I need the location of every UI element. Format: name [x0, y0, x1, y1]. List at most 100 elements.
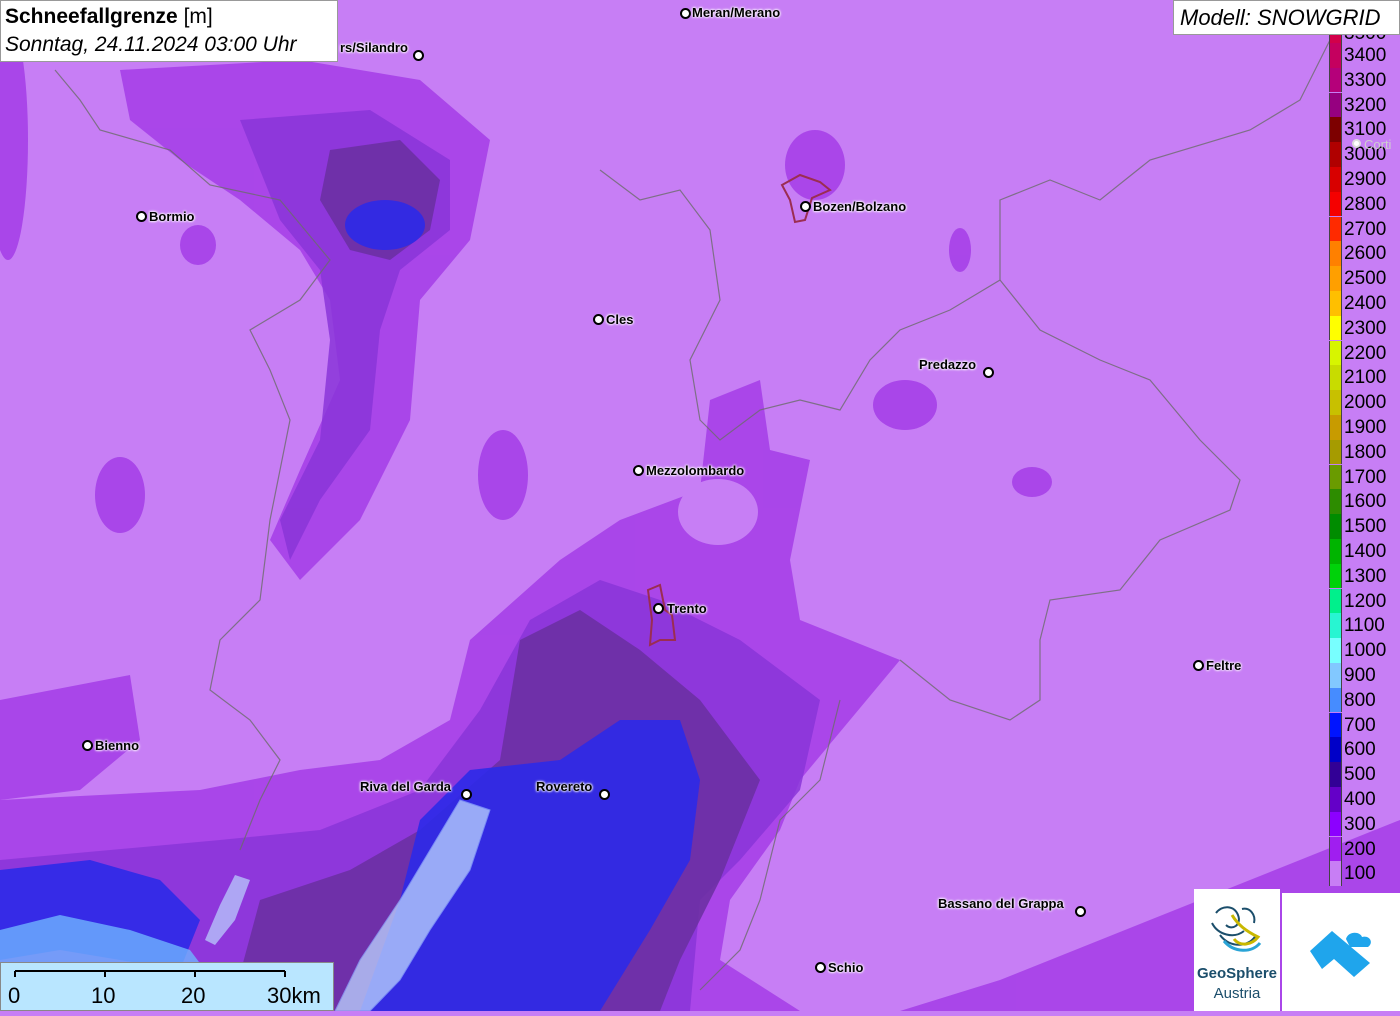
- legend-swatch: [1329, 117, 1342, 143]
- place-label[interactable]: Cles: [606, 312, 633, 327]
- legend-label: 2600: [1344, 243, 1387, 265]
- legend-swatch: [1329, 191, 1342, 217]
- place-dot-icon[interactable]: [136, 211, 147, 222]
- place-dot-icon[interactable]: [1352, 139, 1361, 148]
- place-dot-icon[interactable]: [633, 465, 644, 476]
- geosphere-text-line1: GeoSphere: [1196, 965, 1278, 982]
- map-title-box: Schneefallgrenze [m] Sonntag, 24.11.2024…: [0, 0, 338, 62]
- place-dot-icon[interactable]: [599, 789, 610, 800]
- place-label[interactable]: Bassano del Grappa: [938, 896, 1064, 911]
- geosphere-logo[interactable]: GeoSphere Austria: [1194, 889, 1280, 1011]
- legend-label: 3300: [1344, 69, 1387, 91]
- map-datetime: Sonntag, 24.11.2024 03:00 Uhr: [5, 33, 297, 56]
- legend-swatch: [1329, 291, 1342, 316]
- legend-row-900: 900: [1329, 663, 1400, 688]
- legend-row-2700: 2700: [1329, 216, 1400, 242]
- place-dot-icon[interactable]: [983, 367, 994, 378]
- place-dot-icon[interactable]: [82, 740, 93, 751]
- snow-app-logo[interactable]: [1282, 893, 1400, 1011]
- scale-label-0: 0: [8, 983, 21, 1008]
- legend-row-3400: 3400: [1329, 43, 1400, 68]
- legend-row-500: 500: [1329, 762, 1400, 787]
- place-label[interactable]: Meran/Merano: [692, 5, 780, 20]
- legend-swatch: [1329, 43, 1342, 68]
- legend-swatch: [1329, 92, 1342, 118]
- legend-label: 3400: [1344, 45, 1387, 66]
- snowfall-line-map[interactable]: [0, 0, 1400, 1011]
- legend-label: 500: [1344, 764, 1376, 786]
- legend-swatch: [1329, 464, 1342, 490]
- place-label[interactable]: Predazzo: [919, 357, 976, 372]
- legend-row-2200: 2200: [1329, 340, 1400, 366]
- legend-label: 800: [1344, 689, 1376, 711]
- legend-label: 2300: [1344, 317, 1387, 339]
- legend-swatch: [1329, 712, 1342, 738]
- place-dot-icon[interactable]: [1193, 660, 1204, 671]
- legend-label: 2800: [1344, 193, 1387, 215]
- legend-label: 3200: [1344, 94, 1387, 116]
- legend-swatch: [1329, 663, 1342, 688]
- place-label[interactable]: Mezzolombardo: [646, 463, 744, 478]
- place-label[interactable]: Bienno: [95, 738, 139, 753]
- legend-label: 600: [1344, 739, 1376, 761]
- legend-label: 2900: [1344, 169, 1387, 190]
- legend-swatch: [1329, 737, 1342, 763]
- place-label[interactable]: Riva del Garda: [360, 779, 451, 794]
- legend-label: 2500: [1344, 268, 1387, 290]
- legend-swatch: [1329, 588, 1342, 614]
- place-dot-icon[interactable]: [680, 8, 691, 19]
- legend-row-1000: 1000: [1329, 638, 1400, 663]
- legend-swatch: [1329, 241, 1342, 267]
- legend-swatch: [1329, 390, 1342, 415]
- legend-row-400: 400: [1329, 787, 1400, 812]
- legend-label: 1700: [1344, 466, 1387, 488]
- place-label[interactable]: Bozen/Bolzano: [813, 199, 906, 214]
- place-dot-icon[interactable]: [815, 962, 826, 973]
- place-dot-icon[interactable]: [413, 50, 424, 61]
- legend-swatch: [1329, 539, 1342, 564]
- legend-swatch: [1329, 415, 1342, 440]
- legend-swatch: [1329, 861, 1342, 887]
- legend-swatch: [1329, 787, 1342, 812]
- place-label[interactable]: Schio: [828, 960, 863, 975]
- legend-row-2900: 2900: [1329, 167, 1400, 192]
- legend-swatch: [1329, 266, 1342, 291]
- place-label[interactable]: Rovereto: [536, 779, 592, 794]
- place-dot-icon[interactable]: [653, 603, 664, 614]
- legend-swatch: [1329, 613, 1342, 639]
- legend-swatch: [1329, 489, 1342, 515]
- legend-row-1700: 1700: [1329, 464, 1400, 490]
- legend-row-2400: 2400: [1329, 291, 1400, 316]
- legend-row-3300: 3300: [1329, 67, 1400, 93]
- legend-label: 2700: [1344, 218, 1387, 240]
- place-label[interactable]: Trento: [667, 601, 707, 616]
- legend-row-2600: 2600: [1329, 241, 1400, 267]
- place-dot-icon[interactable]: [593, 314, 604, 325]
- legend-row-1900: 1900: [1329, 415, 1400, 440]
- place-label[interactable]: Corti: [1364, 137, 1391, 152]
- place-label[interactable]: Bormio: [149, 209, 195, 224]
- place-dot-icon[interactable]: [1075, 906, 1086, 917]
- place-label[interactable]: Feltre: [1206, 658, 1241, 673]
- legend-swatch: [1329, 67, 1342, 93]
- legend-swatch: [1329, 340, 1342, 366]
- legend-label: 1000: [1344, 640, 1387, 662]
- legend-row-300: 300: [1329, 811, 1400, 837]
- band-100-hole: [678, 479, 758, 545]
- legend-row-1400: 1400: [1329, 539, 1400, 564]
- place-label[interactable]: rs/Silandro: [340, 40, 408, 55]
- color-legend: 3500340033003200310030002900280027002600…: [1329, 35, 1400, 890]
- mountain-cloud-icon: [1310, 931, 1371, 977]
- legend-row-2000: 2000: [1329, 390, 1400, 415]
- legend-row-100: 100: [1329, 861, 1400, 887]
- legend-label: 2400: [1344, 293, 1387, 314]
- place-dot-icon[interactable]: [461, 789, 472, 800]
- legend-label: 400: [1344, 789, 1376, 810]
- map-title: Schneefallgrenze [m]: [5, 5, 213, 28]
- geosphere-icon: [1211, 906, 1262, 952]
- legend-swatch: [1329, 142, 1342, 167]
- legend-label: 1300: [1344, 565, 1387, 587]
- place-dot-icon[interactable]: [800, 201, 811, 212]
- legend-label: 300: [1344, 813, 1376, 835]
- scale-label-30km: 30km: [267, 983, 321, 1008]
